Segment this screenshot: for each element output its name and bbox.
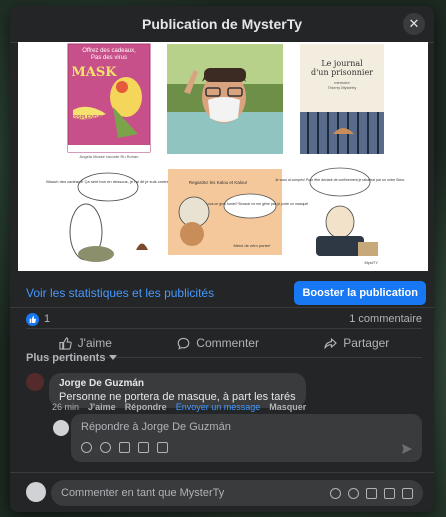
comment-timestamp[interactable]: 26 min — [52, 402, 79, 412]
reaction-summary: 1 1 commentaire — [26, 311, 422, 327]
insights-link[interactable]: Voir les statistiques et les publicités — [26, 286, 214, 300]
post-image[interactable]: Offrez des cadeaux, Pas des virus MASK S… — [18, 42, 428, 271]
gif-icon[interactable] — [384, 487, 395, 499]
modal-header: Publication de MysterTy ✕ — [10, 6, 434, 43]
reply-tools — [81, 442, 412, 453]
bubble-mid: C'est qui sous ce gros fumet? Bonsoir ne… — [192, 202, 309, 206]
share-button[interactable]: Partager — [324, 336, 389, 350]
boost-button[interactable]: Booster la publication — [294, 280, 426, 305]
comment-input[interactable]: Commenter en tant que MysterTy — [51, 480, 423, 506]
avatar-sticker-icon[interactable] — [81, 442, 92, 453]
comment-button[interactable]: Commenter — [177, 336, 259, 350]
comment-actions: 26 min J'aime Répondre Envoyer un messag… — [52, 402, 306, 412]
comment-icon — [177, 337, 190, 350]
composer-tools — [330, 487, 413, 499]
caption-mid: Regardez les Kalou et Kalou! — [189, 180, 247, 185]
reaction-count: 1 — [44, 313, 51, 325]
like-reaction-icon — [26, 312, 39, 326]
sticker-icon[interactable] — [157, 442, 168, 453]
chevron-down-icon — [109, 355, 118, 360]
share-icon — [324, 337, 337, 349]
stats-row: Voir les statistiques et les publicités … — [10, 278, 434, 308]
post-image-collage: Offrez des cadeaux, Pas des virus MASK S… — [18, 42, 428, 271]
send-message-link[interactable]: Envoyer un message — [176, 402, 261, 412]
book1-title: MASK — [71, 65, 117, 80]
comment-reply-link[interactable]: Répondre — [125, 402, 167, 412]
send-icon[interactable] — [401, 443, 413, 455]
camera-icon[interactable] — [119, 442, 130, 453]
thumbs-up-icon — [59, 336, 72, 350]
comment-label: Commenter — [196, 336, 259, 350]
book1-line2: Pas des virus — [91, 55, 127, 61]
comment-composer: Commenter en tant que MysterTy — [10, 472, 434, 512]
caption-mid2: Merci de zéro porter! — [234, 243, 271, 248]
bubble-left: Waouh des cadeaux! Ça sent bon en dessou… — [46, 179, 170, 184]
comment-count[interactable]: 1 commentaire — [349, 313, 422, 325]
reply-input[interactable]: Répondre à Jorge De Guzmán — [71, 414, 422, 462]
book-cover-journal: Le journal d'un prisonnier mémoire Thier… — [300, 44, 384, 154]
camera-icon[interactable] — [366, 487, 377, 499]
reply-avatar — [53, 420, 69, 436]
share-label: Partager — [343, 336, 390, 350]
book1-footer: Angela Mosse raconte Ru Rohan — [80, 154, 139, 159]
book3-title1: Le journal — [321, 59, 363, 68]
commenter-avatar[interactable] — [26, 373, 44, 391]
close-icon: ✕ — [408, 16, 420, 31]
modal-title: Publication de MysterTy — [142, 16, 302, 32]
post-modal: Publication de MysterTy ✕ Offrez des cad… — [10, 6, 434, 512]
commenter-name[interactable]: Jorge De Guzmán — [59, 378, 296, 389]
sticker-icon[interactable] — [402, 487, 413, 499]
comment-like-link[interactable]: J'aime — [88, 402, 116, 412]
sort-label: Plus pertinents — [26, 352, 106, 364]
book-cover-mask: Offrez des cadeaux, Pas des virus MASK S… — [67, 43, 151, 159]
avatar-sticker-icon[interactable] — [330, 487, 341, 499]
comment-sort-dropdown[interactable]: Plus pertinents — [26, 352, 118, 364]
close-button[interactable]: ✕ — [403, 13, 425, 35]
book3-author2: Thierry Mysterty — [328, 85, 357, 90]
comment-placeholder: Commenter en tant que MysterTy — [61, 487, 225, 499]
masked-man-photo — [167, 44, 283, 154]
reply-placeholder: Répondre à Jorge De Guzmán — [81, 421, 231, 433]
book3-title2: d'un prisonnier — [311, 68, 373, 77]
book1-exclaim: SSSPLENDIDE! — [71, 115, 108, 121]
signature: MystTY — [364, 260, 378, 265]
bubble-right: Je vous ai compris! Pour être déclaré de… — [275, 178, 405, 182]
book1-line1: Offrez des cadeaux, — [82, 48, 136, 54]
like-label: J'aime — [77, 336, 112, 350]
reaction-count-wrap[interactable]: 1 — [26, 312, 51, 326]
like-button[interactable]: J'aime — [59, 336, 112, 350]
hide-comment-link[interactable]: Masquer — [269, 402, 306, 412]
emoji-icon[interactable] — [100, 442, 111, 453]
gif-icon[interactable] — [138, 442, 149, 453]
emoji-icon[interactable] — [348, 487, 359, 499]
composer-avatar — [26, 482, 46, 502]
